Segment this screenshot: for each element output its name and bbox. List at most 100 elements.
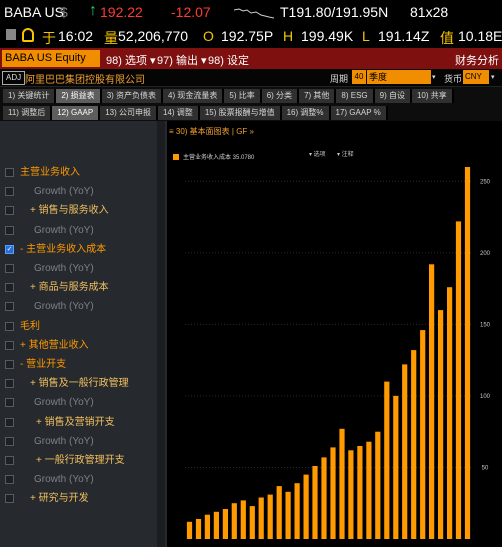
tree-row[interactable]: + 销售及一般行政管理	[0, 374, 167, 393]
tab-secondary-2[interactable]: 13) 公司申报	[100, 106, 159, 120]
tree-row[interactable]: + 其他营业收入	[0, 336, 167, 355]
tab-primary-6[interactable]: 7) 其他	[299, 89, 337, 103]
last-price: 192.22	[100, 4, 143, 20]
tree-scrollbar[interactable]	[157, 121, 165, 547]
currency-chevron-icon[interactable]: ▾	[491, 73, 495, 81]
tab-secondary-3[interactable]: 14) 调整	[158, 106, 200, 120]
tree-row-label: + 一般行政管理开支	[36, 455, 125, 466]
tree-row-label: 主营业务收入	[20, 167, 80, 178]
tree-checkbox[interactable]	[5, 187, 14, 197]
tab-primary-4[interactable]: 5) 比率	[224, 89, 262, 103]
tree-row[interactable]: - 营业开支	[0, 355, 167, 374]
tree-row[interactable]: + 研究与开发	[0, 489, 167, 508]
tab-primary-5[interactable]: 6) 分类	[261, 89, 300, 103]
tab-secondary-4[interactable]: 15) 股票报酬与增值	[199, 106, 282, 120]
tab-primary-1[interactable]: 2) 损益表	[56, 89, 102, 103]
chart-bar	[464, 167, 471, 539]
chart-bar	[348, 450, 354, 539]
y-tick-label: 150	[480, 322, 491, 328]
menu-bar: BABA US Equity 98) 选项 ▾ 97) 输出 ▾ 98) 设定 …	[0, 48, 502, 69]
tree-checkbox[interactable]	[5, 340, 14, 350]
tree-checkbox[interactable]	[5, 206, 14, 216]
tree-checkbox[interactable]	[5, 225, 14, 235]
tree-row[interactable]: Growth (YoY)	[0, 432, 167, 451]
tree-row-label: + 销售及营销开支	[36, 416, 115, 428]
tree-row-label: Growth (YoY)	[34, 435, 94, 447]
low-label: L	[362, 28, 370, 44]
lock-icon	[22, 28, 34, 42]
chart-bar	[240, 500, 246, 539]
tree-checkbox[interactable]	[5, 321, 14, 331]
y-tick-label: 250	[480, 179, 491, 185]
tree-row[interactable]: 主营业务收入	[0, 163, 167, 182]
tab-secondary-0[interactable]: 11) 调整后	[3, 106, 53, 120]
tab-primary-8[interactable]: 9) 自设	[374, 89, 412, 103]
high-value: 199.49K	[301, 28, 354, 44]
security-field[interactable]: BABA US Equity	[2, 50, 100, 67]
chart-bar	[447, 287, 453, 539]
period-number[interactable]: 40	[352, 70, 366, 84]
tree-checkbox[interactable]	[5, 302, 14, 312]
company-name: 阿里巴巴集团控股有限公司	[25, 75, 145, 86]
tree-checkbox[interactable]: ✓	[5, 244, 14, 254]
tree-row-label: + 其他营业收入	[20, 339, 89, 351]
tab-secondary-6[interactable]: 17) GAAP %	[330, 106, 388, 120]
tab-secondary-5[interactable]: 16) 调整%	[281, 106, 331, 120]
tree-row-label: Growth (YoY)	[34, 301, 94, 313]
export-button[interactable]: 97) 输出 ▾	[157, 52, 207, 68]
tree-row[interactable]: Growth (YoY)	[0, 259, 167, 278]
tree-checkbox[interactable]	[5, 456, 14, 465]
tree-checkbox[interactable]	[5, 379, 14, 389]
value-amount: 10.18E	[458, 28, 502, 44]
chart-area: 主营业务收入成本 35.0780 ▾ 选项 ▾ 注释 250 200 150 100 5…	[167, 147, 494, 547]
chart-bar	[204, 514, 210, 539]
tree-row-label: Growth (YoY)	[34, 224, 94, 236]
tree-row[interactable]: 毛利	[0, 317, 167, 336]
tree-row[interactable]: + 一般行政管理开支	[0, 451, 167, 470]
tree-row[interactable]: + 销售与服务收入	[0, 201, 167, 220]
tree-checkbox[interactable]	[5, 168, 14, 177]
tree-checkbox[interactable]	[5, 436, 14, 446]
tree-checkbox[interactable]	[5, 417, 14, 427]
chart-header-label[interactable]: ≡ 30) 基本面图表 | GF »	[169, 126, 254, 137]
tree-row[interactable]: ✓ - 主营业务收入成本	[0, 240, 167, 259]
tree-checkbox[interactable]	[5, 494, 14, 504]
options-button[interactable]: 98) 选项 ▾	[106, 52, 156, 68]
tree-checkbox[interactable]	[5, 475, 14, 485]
currency-select[interactable]: CNY	[463, 70, 489, 84]
tree-row[interactable]: Growth (YoY)	[0, 221, 167, 240]
sparkline-icon	[234, 8, 274, 19]
ticker-symbol[interactable]: BABA US	[4, 4, 64, 20]
tree-row[interactable]: Growth (YoY)	[0, 470, 167, 489]
chart-bar	[384, 381, 390, 539]
chevron-down-icon[interactable]: ▾	[432, 73, 436, 81]
secondary-tabs: 11) 调整后 12) GAAP 13) 公司申报 14) 调整 15) 股票报酬与增值…	[0, 104, 502, 122]
tab-primary-0[interactable]: 1) 关键统计	[3, 89, 57, 103]
value-label: 值	[440, 30, 454, 46]
ticker-bar: BABA US $ ↑ 192.22 -12.07 T191.80/191.95…	[0, 0, 502, 25]
tab-primary-9[interactable]: 10) 共享	[411, 89, 454, 103]
settings-button[interactable]: 98) 设定	[208, 52, 249, 68]
volume-value: 52,206,770	[118, 28, 189, 44]
tab-primary-3[interactable]: 4) 现金流量表	[163, 89, 225, 103]
tree-checkbox[interactable]	[5, 360, 14, 369]
period-select[interactable]: 季度	[367, 70, 431, 84]
tree-checkbox[interactable]	[5, 264, 14, 273]
tree-row-label: - 主营业务收入成本	[20, 243, 107, 255]
tree-row[interactable]: Growth (YoY)	[0, 182, 167, 201]
tree-row[interactable]: + 商品与服务成本	[0, 278, 167, 297]
tree-checkbox[interactable]	[5, 283, 14, 293]
chart-bar	[420, 330, 426, 539]
tab-primary-2[interactable]: 3) 资产负债表	[101, 89, 164, 103]
adj-badge[interactable]: ADJ	[2, 71, 26, 85]
company-bar: ADJ 阿里巴巴集团控股有限公司 周期 40 季度 ▾ 货币 CNY ▾	[0, 69, 502, 87]
tab-secondary-1[interactable]: 12) GAAP	[52, 106, 101, 120]
up-arrow-icon: ↑	[89, 2, 97, 19]
tree-row[interactable]: + 销售及营销开支	[0, 413, 167, 432]
tree-row[interactable]: Growth (YoY)	[0, 297, 167, 316]
tree-row[interactable]: Growth (YoY)	[0, 393, 167, 412]
tab-primary-7[interactable]: 8) ESG	[336, 89, 375, 103]
signal-bars-icon	[6, 29, 16, 40]
open-value: 192.75P	[221, 28, 274, 44]
tree-checkbox[interactable]	[5, 398, 14, 408]
